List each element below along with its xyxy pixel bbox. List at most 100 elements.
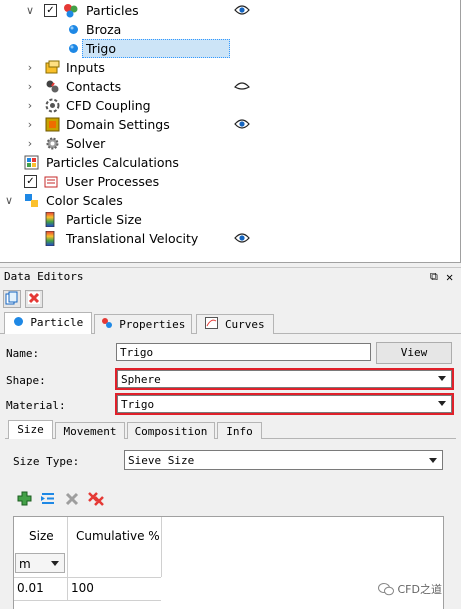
eye-icon[interactable] (234, 232, 250, 244)
properties-icon (101, 318, 112, 328)
tree-item-label: Inputs (66, 60, 105, 75)
gear-icon (46, 137, 59, 150)
particle-dot-icon (69, 25, 78, 34)
shape-select[interactable]: Sphere (117, 370, 452, 388)
tree-item-cfd-coupling[interactable]: › CFD Coupling (0, 96, 460, 115)
tree-item-label: CFD Coupling (66, 98, 151, 113)
shape-label: Shape: (6, 374, 46, 387)
checkbox-user-processes[interactable]: ✓ (24, 175, 37, 188)
view-button[interactable]: View (376, 342, 452, 364)
tree-item-label: Translational Velocity (66, 231, 199, 246)
chevron-right-icon[interactable]: › (24, 58, 36, 77)
subtab-info[interactable]: Info (217, 422, 262, 439)
user-processes-icon (44, 176, 58, 188)
tree-item-trigo[interactable]: Trigo (0, 39, 460, 58)
insert-row-icon[interactable] (40, 491, 56, 506)
tree-item-label: User Processes (65, 174, 160, 189)
unit-value: m (19, 557, 31, 571)
tree-item-label: Color Scales (46, 193, 123, 208)
tab-label: Particle (30, 316, 84, 329)
tree-item-contacts[interactable]: › Contacts (0, 77, 460, 96)
delete-button[interactable] (25, 290, 43, 308)
tree-item-particle-size[interactable]: Particle Size (0, 210, 460, 229)
checkbox-particles[interactable]: ✓ (44, 4, 57, 17)
eye-icon[interactable] (234, 4, 250, 16)
color-bar-icon (45, 212, 55, 227)
dropdown-arrow-icon (429, 458, 437, 463)
size-type-select[interactable]: Sieve Size (124, 450, 443, 470)
name-input[interactable]: Trigo (116, 343, 371, 361)
eye-icon[interactable] (234, 118, 250, 130)
tree-item-label: Domain Settings (66, 117, 170, 132)
clear-table-icon[interactable] (87, 491, 105, 507)
add-row-icon[interactable] (17, 491, 32, 506)
calculations-icon (24, 155, 39, 170)
chevron-down-icon[interactable]: ∨ (3, 191, 15, 210)
tree-item-inputs[interactable]: › Inputs (0, 58, 460, 77)
chevron-right-icon[interactable]: › (24, 77, 36, 96)
tree-item-particles[interactable]: ∨ ✓ Particles (0, 1, 460, 20)
size-type-label: Size Type: (13, 455, 80, 468)
color-scales-icon (25, 194, 38, 207)
subtab-size[interactable]: Size (8, 420, 53, 439)
subtab-movement[interactable]: Movement (55, 422, 125, 439)
watermark: CFD之道 (378, 581, 442, 599)
panel-title: Data Editors (4, 270, 84, 283)
chevron-right-icon[interactable]: › (24, 134, 36, 153)
tab-properties[interactable]: Properties (94, 314, 192, 334)
material-label: Material: (6, 399, 66, 412)
particles-icon (64, 4, 78, 18)
material-value: Trigo (121, 398, 155, 411)
dropdown-arrow-icon (438, 376, 446, 381)
dropdown-arrow-icon (438, 401, 446, 406)
tree-item-label: Particle Size (66, 212, 142, 227)
curves-icon (205, 317, 219, 329)
tab-label: Curves (224, 318, 265, 331)
chevron-right-icon[interactable]: › (24, 115, 36, 134)
name-label: Name: (6, 347, 40, 360)
table-header-cumulative: Cumulative % (67, 517, 162, 577)
data-editors-header: Data Editors ⧉ ✕ (0, 267, 461, 286)
eye-closed-icon[interactable] (234, 81, 250, 93)
tree-item-particles-calculations[interactable]: Particles Calculations (0, 153, 460, 172)
tree-item-domain-settings[interactable]: › Domain Settings (0, 115, 460, 134)
scene-tree-panel: ∨ ✓ Particles Broza Trigo › Inputs › Con… (0, 0, 461, 263)
cell-cumulative[interactable]: 100 (71, 581, 94, 595)
tree-item-color-scales[interactable]: ∨ Color Scales (0, 191, 460, 210)
float-panel-icon[interactable]: ⧉ (430, 268, 438, 286)
column-header-cumulative: Cumulative % (76, 529, 160, 543)
shape-value: Sphere (121, 373, 161, 386)
tree-item-user-processes[interactable]: ✓ User Processes (0, 172, 460, 191)
watermark-text: CFD之道 (397, 583, 442, 596)
tree-item-label: Broza (86, 22, 122, 37)
tree-item-solver[interactable]: › Solver (0, 134, 460, 153)
cfd-coupling-icon (45, 98, 60, 113)
dropdown-arrow-icon (51, 561, 59, 566)
new-copy-button[interactable] (3, 290, 21, 308)
chevron-right-icon[interactable]: › (24, 96, 36, 115)
subtab-composition[interactable]: Composition (127, 422, 215, 439)
close-panel-icon[interactable]: ✕ (446, 268, 453, 286)
wechat-logo-icon (378, 583, 394, 596)
tab-label: Properties (119, 318, 186, 331)
remove-row-icon[interactable] (65, 492, 79, 506)
material-select[interactable]: Trigo (117, 395, 452, 413)
tab-particle[interactable]: Particle (4, 312, 92, 334)
tree-item-translational-velocity[interactable]: Translational Velocity (0, 229, 460, 248)
tab-curves[interactable]: Curves (196, 314, 274, 334)
table-row[interactable]: 0.01 100 (14, 577, 161, 601)
cell-size[interactable]: 0.01 (17, 581, 44, 595)
size-type-value: Sieve Size (128, 454, 195, 467)
delete-x-icon (28, 292, 40, 304)
chevron-down-icon[interactable]: ∨ (24, 1, 36, 20)
unit-select[interactable]: m (15, 553, 65, 573)
contacts-icon (46, 80, 59, 93)
tree-item-label: Solver (66, 136, 106, 151)
particle-dot-icon (69, 44, 78, 53)
tree-item-label: Contacts (66, 79, 122, 94)
copy-icon (5, 291, 18, 305)
column-header-size: Size (29, 529, 54, 543)
tree-item-label: Particles (86, 3, 139, 18)
tree-item-broza[interactable]: Broza (0, 20, 460, 39)
inputs-icon (45, 60, 60, 74)
